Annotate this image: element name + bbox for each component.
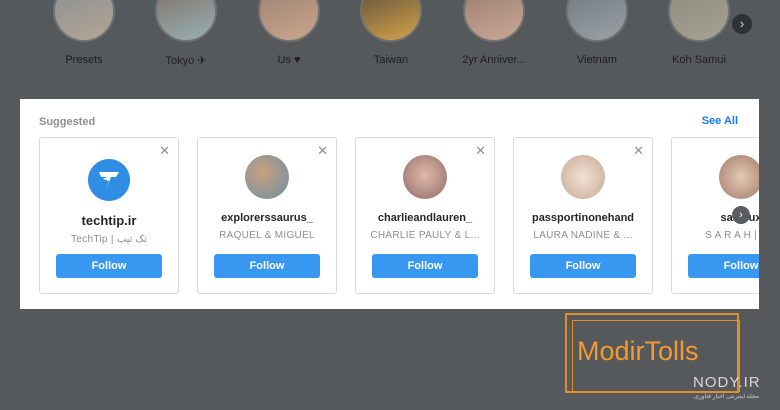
story-highlights-row: Presets Tokyo ✈ Us ♥ Taiwan 2yr Anniver.… — [0, 0, 780, 80]
suggestion-card: ✕ explorerssaurus_ RAQUEL & MIGUEL Follo… — [197, 137, 337, 294]
highlight-label: Vietnam — [576, 54, 618, 66]
card-fullname: LAURA NADINE & ... — [533, 230, 633, 241]
watermark-brand: ModirTolls — [577, 336, 699, 366]
card-username[interactable]: techtip.ir — [40, 213, 178, 228]
follow-button[interactable]: Follow — [372, 254, 478, 278]
highlight-label: Presets — [65, 54, 103, 66]
suggested-title: Suggested — [39, 116, 96, 128]
highlight-label: Tokyo ✈ — [165, 55, 207, 67]
avatar[interactable] — [403, 155, 447, 199]
see-all-link[interactable]: See All — [702, 115, 738, 127]
highlight-thumbnail — [668, 0, 730, 42]
highlight-thumbnail — [360, 0, 422, 42]
watermark-site: NODY.IR — [693, 374, 761, 391]
highlight-thumbnail — [258, 0, 320, 42]
highlight-us[interactable]: Us ♥ — [249, 0, 329, 66]
highlight-label: Koh Samui — [672, 54, 726, 66]
chevron-right-icon[interactable]: › — [732, 14, 752, 34]
avatar[interactable] — [719, 155, 759, 199]
follow-button[interactable]: Follow — [56, 254, 162, 278]
card-username[interactable]: explorerssaurus_ — [198, 212, 336, 224]
highlight-anniversary[interactable]: 2yr Anniver... — [454, 0, 534, 66]
close-icon[interactable]: ✕ — [317, 143, 328, 159]
follow-button[interactable]: Follow — [530, 254, 636, 278]
card-fullname: TechTip | تک تیپ — [71, 234, 147, 245]
highlight-thumbnail — [566, 0, 628, 42]
highlight-thumbnail — [53, 0, 115, 42]
card-username[interactable]: charlieandlauren_ — [356, 212, 494, 224]
close-icon[interactable]: ✕ — [159, 143, 170, 159]
highlight-label: 2yr Anniver... — [462, 54, 526, 66]
avatar[interactable] — [245, 155, 289, 199]
highlight-label: Us ♥ — [277, 54, 301, 66]
highlight-label: Taiwan — [373, 54, 409, 66]
card-fullname: S A R A H | T R — [705, 230, 759, 241]
suggestion-card: ✕ charlieandlauren_ CHARLIE PAULY & L...… — [355, 137, 495, 294]
highlight-thumbnail — [463, 0, 525, 42]
watermark-subtitle: مجله اینترنتی اخبار فناوری — [694, 394, 759, 400]
chevron-right-icon[interactable]: › — [732, 206, 750, 224]
highlight-taiwan[interactable]: Taiwan — [351, 0, 431, 66]
suggestion-card: ✕ passportinonehand LAURA NADINE & ... F… — [513, 137, 653, 294]
highlight-presets[interactable]: Presets — [44, 0, 124, 66]
card-fullname: RAQUEL & MIGUEL — [219, 230, 315, 241]
avatar[interactable] — [561, 155, 605, 199]
close-icon[interactable]: ✕ — [475, 143, 486, 159]
techtip-logo-icon[interactable] — [88, 159, 130, 201]
highlight-vietnam[interactable]: Vietnam — [557, 0, 637, 66]
close-icon[interactable]: ✕ — [633, 143, 644, 159]
card-username[interactable]: passportinonehand — [514, 212, 652, 224]
highlight-tokyo[interactable]: Tokyo ✈ — [146, 0, 226, 67]
suggested-panel: Suggested See All ✕ techtip.ir TechTip |… — [20, 99, 759, 309]
highlight-thumbnail — [155, 0, 217, 42]
suggestion-card: ✕ techtip.ir TechTip | تک تیپ Follow — [39, 137, 179, 294]
follow-button[interactable]: Follow — [688, 254, 759, 278]
card-fullname: CHARLIE PAULY & L... — [370, 230, 480, 241]
highlight-koh-samui[interactable]: Koh Samui — [659, 0, 739, 66]
follow-button[interactable]: Follow — [214, 254, 320, 278]
